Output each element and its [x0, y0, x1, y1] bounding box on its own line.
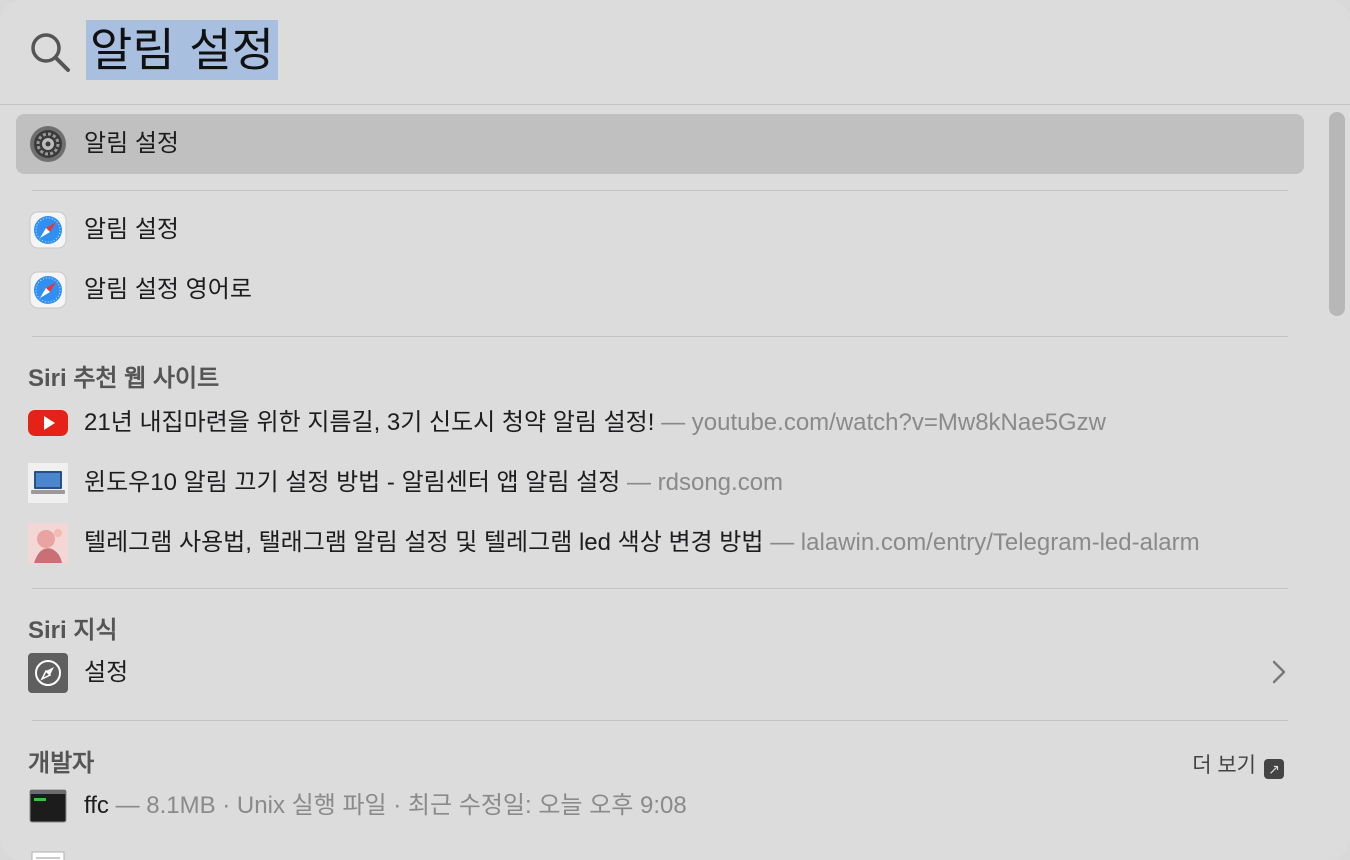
website-source: — rdsong.com — [620, 469, 784, 496]
system-settings-gear-icon — [30, 126, 66, 162]
website-source: — lalawin.com/entry/Telegram-led-alarm — [763, 529, 1200, 556]
top-hit-row[interactable]: 알림 설정 — [16, 114, 1304, 174]
compass-icon — [28, 653, 68, 693]
developer-row[interactable]: ffc — 8.1MB · Unix 실행 파일 · 최근 수정일: 오늘 오후… — [16, 776, 1304, 836]
safari-compass-icon — [29, 211, 67, 249]
website-title: 윈도우10 알림 끄기 설정 방법 - 알림센터 앱 알림 설정 — [84, 469, 621, 496]
safari-compass-icon — [29, 271, 67, 309]
developer-label: ffc — 8.1MB · Unix 실행 파일 · 최근 수정일: 오늘 오후… — [84, 776, 687, 836]
divider — [32, 336, 1288, 337]
divider — [32, 588, 1288, 589]
search-bar: 알림 설정 — [0, 0, 1350, 105]
document-icon — [31, 851, 65, 860]
top-hit-label: 알림 설정 — [84, 130, 179, 157]
knowledge-label: 설정 — [84, 659, 129, 686]
developer-name: ffc — [84, 792, 109, 819]
laptop-thumbnail-icon — [28, 463, 68, 503]
website-source: — youtube.com/watch?v=Mw8kNae5Gzw — [654, 409, 1106, 436]
scrollbar[interactable] — [1329, 112, 1345, 316]
website-label: 텔레그램 사용법, 탤래그램 알림 설정 및 텔레그램 led 색상 변경 방법… — [84, 513, 1200, 573]
safari-suggestion-label: 알림 설정 — [84, 216, 179, 243]
knowledge-row[interactable]: 설정 — [16, 643, 1304, 703]
chevron-right-icon — [1272, 660, 1286, 684]
terminal-exec-icon — [29, 789, 67, 823]
website-title: 텔레그램 사용법, 탤래그램 알림 설정 및 텔레그램 led 색상 변경 방법 — [84, 529, 764, 556]
show-more-link[interactable]: 더 보기 ↗ — [1192, 749, 1284, 779]
search-input[interactable]: 알림 설정 — [86, 20, 278, 80]
show-more-label: 더 보기 — [1192, 754, 1256, 777]
section-title-siri-knowledge: Siri 지식 — [28, 617, 118, 644]
website-label: 윈도우10 알림 끄기 설정 방법 - 알림센터 앱 알림 설정 — rdson… — [84, 453, 783, 513]
website-row[interactable]: 21년 내집마련을 위한 지름길, 3기 신도시 청약 알림 설정! — you… — [16, 393, 1304, 453]
section-title-siri-websites: Siri 추천 웹 사이트 — [28, 365, 220, 392]
safari-suggestion-row[interactable]: 알림 설정 — [16, 200, 1304, 260]
developer-row-partial[interactable] — [16, 836, 1304, 860]
divider — [32, 720, 1288, 721]
youtube-icon — [28, 410, 68, 436]
divider — [32, 190, 1288, 191]
website-title: 21년 내집마련을 위한 지름길, 3기 신도시 청약 알림 설정! — [84, 409, 655, 436]
results-list: 알림 설정 알림 설정 알림 설정 영어로 Siri 추천 웹 사이트 21년 … — [0, 105, 1350, 860]
website-label: 21년 내집마련을 위한 지름길, 3기 신도시 청약 알림 설정! — you… — [84, 393, 1106, 453]
safari-suggestion-label: 알림 설정 영어로 — [84, 276, 252, 303]
website-row[interactable]: 윈도우10 알림 끄기 설정 방법 - 알림센터 앱 알림 설정 — rdson… — [16, 453, 1304, 513]
safari-suggestion-row[interactable]: 알림 설정 영어로 — [16, 260, 1304, 320]
spotlight-panel: 알림 설정 알림 설정 알림 설정 알림 설정 영어로 Siri 추천 웹 사이… — [0, 0, 1350, 860]
search-icon — [31, 33, 70, 72]
developer-meta: — 8.1MB · Unix 실행 파일 · 최근 수정일: 오늘 오후 9:0… — [108, 792, 687, 819]
website-row[interactable]: 텔레그램 사용법, 탤래그램 알림 설정 및 텔레그램 led 색상 변경 방법… — [16, 513, 1304, 573]
section-title-developer: 개발자 — [28, 750, 95, 777]
illustration-thumbnail-icon — [28, 523, 68, 563]
